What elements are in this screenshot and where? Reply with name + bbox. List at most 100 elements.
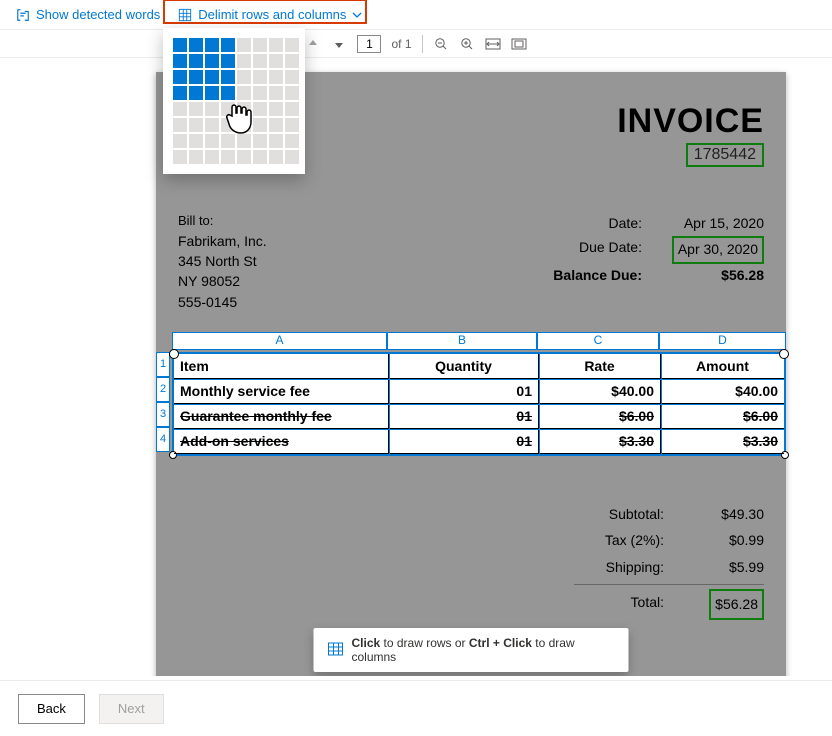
grid-cell[interactable]: [269, 54, 283, 68]
cell-qty: 01: [389, 379, 539, 403]
grid-cell[interactable]: [205, 102, 219, 116]
grid-cell[interactable]: [205, 38, 219, 52]
grid-cell[interactable]: [285, 118, 299, 132]
col-header-b[interactable]: B: [387, 332, 537, 350]
invoice-title: INVOICE: [617, 102, 764, 141]
grid-cell[interactable]: [269, 86, 283, 100]
grid-cell[interactable]: [205, 86, 219, 100]
zoom-in-icon[interactable]: [459, 36, 475, 52]
grid-cell[interactable]: [173, 86, 187, 100]
grid-cell[interactable]: [269, 118, 283, 132]
grid-cell[interactable]: [173, 54, 187, 68]
grid-cell[interactable]: [253, 54, 267, 68]
grid-cell[interactable]: [173, 38, 187, 52]
grid-cell[interactable]: [285, 86, 299, 100]
grid-cell[interactable]: [189, 102, 203, 116]
date-label: Date:: [532, 212, 642, 236]
back-button[interactable]: Back: [18, 694, 85, 724]
grid-cell[interactable]: [221, 86, 235, 100]
page-down-icon[interactable]: [331, 36, 347, 52]
col-header-d[interactable]: D: [659, 332, 786, 350]
grid-cell[interactable]: [285, 70, 299, 84]
grid-size-popover[interactable]: [163, 28, 305, 174]
grid-cell[interactable]: [221, 54, 235, 68]
grid-cell[interactable]: [189, 150, 203, 164]
grid-cell[interactable]: [173, 70, 187, 84]
grid-cell[interactable]: [189, 86, 203, 100]
grid-cell[interactable]: [173, 118, 187, 132]
table-row: Monthly service fee 01 $40.00 $40.00: [174, 379, 784, 404]
viewer-toolbar: of 1: [0, 30, 832, 58]
grid-cell[interactable]: [285, 102, 299, 116]
grid-cell[interactable]: [237, 86, 251, 100]
show-detected-words-button[interactable]: Show detected words: [16, 7, 160, 22]
grid-cell[interactable]: [221, 134, 235, 148]
grid-cell[interactable]: [237, 102, 251, 116]
grid-cell[interactable]: [205, 134, 219, 148]
grid-cell[interactable]: [253, 118, 267, 132]
grid-cell[interactable]: [173, 134, 187, 148]
grid-cell[interactable]: [189, 54, 203, 68]
col-header-c[interactable]: C: [537, 332, 659, 350]
row-header-3[interactable]: 3: [156, 402, 170, 427]
fit-page-icon[interactable]: [511, 36, 527, 52]
row-headers[interactable]: 1 2 3 4: [156, 352, 170, 452]
zoom-out-icon[interactable]: [433, 36, 449, 52]
grid-cell[interactable]: [237, 118, 251, 132]
grid-cell[interactable]: [237, 134, 251, 148]
grid-cell[interactable]: [237, 54, 251, 68]
grid-cell[interactable]: [205, 70, 219, 84]
grid-cell[interactable]: [221, 118, 235, 132]
row-header-2[interactable]: 2: [156, 377, 170, 402]
grid-cell[interactable]: [205, 118, 219, 132]
grid-cell[interactable]: [285, 150, 299, 164]
grid-cell[interactable]: [253, 102, 267, 116]
grid-cell[interactable]: [253, 70, 267, 84]
grid-cell[interactable]: [189, 38, 203, 52]
header-amount: Amount: [661, 354, 784, 378]
invoice-header: INVOICE 1785442: [617, 102, 764, 167]
grid-cell[interactable]: [253, 38, 267, 52]
grid-cell[interactable]: [173, 150, 187, 164]
grid-cell[interactable]: [189, 118, 203, 132]
grid-cell[interactable]: [221, 38, 235, 52]
grid-cell[interactable]: [269, 102, 283, 116]
page-number-input[interactable]: [357, 35, 381, 53]
table-selection[interactable]: A B C D 1 2 3 4 Item Quantity Rate Amoun…: [156, 332, 802, 456]
document-viewport[interactable]: INVOICE 1785442 Bill to: Fabrikam, Inc. …: [0, 58, 832, 676]
page-up-icon[interactable]: [305, 36, 321, 52]
grid-cell[interactable]: [285, 134, 299, 148]
total-value: $56.28: [694, 589, 764, 620]
grid-cell[interactable]: [253, 134, 267, 148]
delimit-rows-cols-button[interactable]: Delimit rows and columns: [178, 7, 362, 22]
grid-cell[interactable]: [221, 70, 235, 84]
grid-cell[interactable]: [285, 54, 299, 68]
grid-cell[interactable]: [285, 38, 299, 52]
grid-cell[interactable]: [189, 134, 203, 148]
next-button: Next: [99, 694, 164, 724]
grid-cell[interactable]: [269, 70, 283, 84]
grid-cell[interactable]: [189, 70, 203, 84]
grid-cell[interactable]: [173, 102, 187, 116]
grid-cell[interactable]: [237, 150, 251, 164]
row-header-1[interactable]: 1: [156, 352, 170, 377]
cell-item: Monthly service fee: [174, 379, 389, 403]
column-headers[interactable]: A B C D: [172, 332, 802, 350]
row-header-4[interactable]: 4: [156, 427, 170, 452]
grid-cell[interactable]: [269, 38, 283, 52]
grid-cell[interactable]: [253, 150, 267, 164]
subtotal-value: $49.30: [694, 501, 764, 528]
grid-cell[interactable]: [221, 102, 235, 116]
grid-cell[interactable]: [237, 38, 251, 52]
grid-cell[interactable]: [205, 54, 219, 68]
grid-cell[interactable]: [253, 86, 267, 100]
col-header-a[interactable]: A: [172, 332, 387, 350]
grid-cell[interactable]: [221, 150, 235, 164]
grid-cell[interactable]: [269, 134, 283, 148]
fit-width-icon[interactable]: [485, 36, 501, 52]
grid-size-picker[interactable]: [173, 38, 295, 164]
table-body[interactable]: Item Quantity Rate Amount Monthly servic…: [172, 352, 786, 456]
grid-cell[interactable]: [205, 150, 219, 164]
grid-cell[interactable]: [269, 150, 283, 164]
grid-cell[interactable]: [237, 70, 251, 84]
